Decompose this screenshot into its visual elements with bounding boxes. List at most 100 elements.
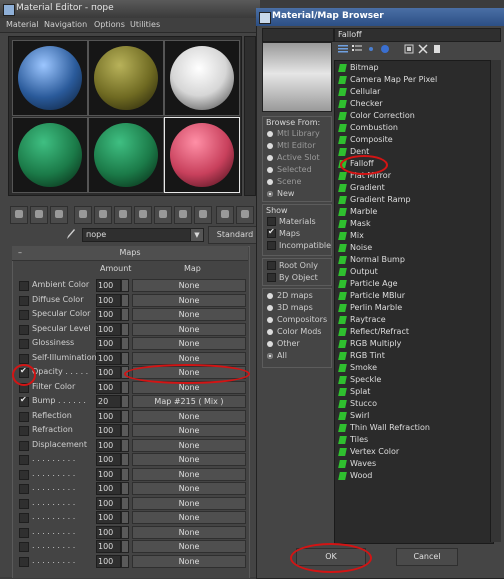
map-slot-button[interactable]: None — [132, 409, 246, 423]
map-slot-button[interactable]: None — [132, 482, 246, 495]
browser-titlebar[interactable]: Material/Map Browser — [256, 8, 504, 26]
map-list-item[interactable]: Tiles — [338, 435, 368, 447]
map-list-scrollbar[interactable] — [490, 60, 501, 542]
map-enable-checkbox[interactable] — [19, 426, 29, 436]
material-type-button[interactable]: Standard — [208, 226, 262, 244]
checkbox-incompatible[interactable]: Incompatible — [267, 241, 331, 250]
sample-slot-6[interactable] — [164, 117, 240, 193]
map-list-item[interactable]: Composite — [338, 135, 393, 147]
map-enable-checkbox[interactable] — [19, 339, 29, 349]
background-button[interactable] — [194, 206, 212, 224]
map-list-item[interactable]: Marble — [338, 207, 377, 219]
map-slot-button[interactable]: None — [132, 540, 246, 553]
map-list-item[interactable]: Smoke — [338, 363, 377, 375]
amount-spinner[interactable] — [121, 467, 129, 481]
map-slot-button[interactable]: None — [132, 351, 246, 365]
put-to-scene-button[interactable] — [30, 206, 48, 224]
show-map-button[interactable] — [154, 206, 172, 224]
map-enable-checkbox[interactable] — [19, 498, 29, 509]
maps-rollout-header[interactable]: – Maps — [12, 246, 248, 261]
sample-slot-5[interactable] — [88, 117, 164, 193]
amount-spinner[interactable] — [121, 351, 129, 365]
browser-filter-input[interactable]: Falloff — [334, 28, 501, 42]
map-amount-field[interactable]: 100 — [96, 293, 121, 307]
map-enable-checkbox[interactable] — [19, 484, 29, 494]
map-list-item[interactable]: Reflect/Refract — [338, 327, 409, 339]
map-slot-button[interactable]: None — [132, 279, 246, 292]
map-amount-field[interactable]: 100 — [96, 308, 121, 321]
radio-scene[interactable]: Scene — [267, 177, 301, 186]
map-enable-checkbox[interactable] — [19, 395, 29, 407]
delete-from-library-icon[interactable] — [418, 44, 428, 54]
map-amount-field[interactable]: 100 — [96, 380, 121, 394]
eyedropper-icon[interactable] — [66, 228, 76, 240]
map-list-item[interactable]: Color Correction — [338, 111, 415, 123]
material-name-input[interactable]: поре — [82, 228, 191, 242]
map-slot-button[interactable]: None — [132, 496, 246, 510]
radio-all[interactable]: All — [267, 351, 287, 360]
map-list-item[interactable]: Output — [338, 267, 378, 279]
map-list-item[interactable]: Wood — [338, 471, 372, 483]
amount-spinner[interactable] — [121, 453, 129, 466]
make-unique-button[interactable] — [94, 206, 112, 224]
map-enable-checkbox[interactable] — [19, 353, 29, 364]
amount-spinner[interactable] — [121, 482, 129, 495]
material-editor-titlebar[interactable]: Material Editor - поре — [0, 0, 260, 18]
map-amount-field[interactable]: 100 — [96, 511, 121, 524]
map-list-item[interactable]: Splat — [338, 387, 370, 399]
map-list-item[interactable]: Bitmap — [338, 63, 379, 75]
map-amount-field[interactable]: 100 — [96, 279, 121, 292]
map-enable-checkbox[interactable] — [19, 295, 29, 306]
map-enable-checkbox[interactable] — [19, 542, 29, 552]
amount-spinner[interactable] — [121, 438, 129, 452]
get-material-button[interactable] — [10, 206, 28, 224]
put-to-library-button[interactable] — [114, 206, 132, 224]
checkbox-root-only[interactable]: Root Only — [267, 261, 318, 270]
radio-new[interactable]: New — [267, 189, 294, 198]
map-list-item[interactable]: Particle Age — [338, 279, 398, 291]
amount-spinner[interactable] — [121, 293, 129, 307]
browser-left-search[interactable] — [262, 28, 334, 42]
map-slot-button[interactable]: None — [132, 337, 246, 350]
map-list-item[interactable]: Waves — [338, 459, 376, 471]
material-id-button[interactable] — [134, 206, 152, 224]
map-list-item[interactable]: Stucco — [338, 399, 377, 411]
map-amount-field[interactable]: 100 — [96, 424, 121, 437]
map-amount-field[interactable]: 20 — [96, 395, 121, 408]
map-slot-button[interactable]: None — [132, 438, 246, 452]
radio-compositors[interactable]: Compositors — [267, 315, 327, 324]
map-enable-checkbox[interactable] — [19, 411, 29, 422]
map-list-item[interactable]: Speckle — [338, 375, 381, 387]
radio-mtl-editor[interactable]: Mtl Editor — [267, 141, 315, 150]
go-to-parent-button[interactable] — [216, 206, 234, 224]
map-amount-field[interactable]: 100 — [96, 525, 121, 539]
map-list-item[interactable]: Gradient Ramp — [338, 195, 411, 207]
map-list-item[interactable]: Raytrace — [338, 315, 386, 327]
map-enable-checkbox[interactable] — [19, 556, 29, 567]
slots-scrollbar[interactable] — [244, 36, 256, 196]
sample-slot-1[interactable] — [12, 40, 88, 116]
map-amount-field[interactable]: 100 — [96, 482, 121, 495]
map-list-item[interactable]: Mask — [338, 219, 371, 231]
map-amount-field[interactable]: 100 — [96, 496, 121, 510]
radio-active-slot[interactable]: Active Slot — [267, 153, 320, 162]
checkbox-by-object[interactable]: By Object — [267, 273, 318, 282]
map-amount-field[interactable]: 100 — [96, 540, 121, 553]
checkbox-materials[interactable]: Materials — [267, 217, 316, 226]
map-list-item[interactable]: Gradient — [338, 183, 385, 195]
map-amount-field[interactable]: 100 — [96, 322, 121, 336]
map-slot-button[interactable]: None — [132, 453, 246, 466]
map-amount-field[interactable]: 100 — [96, 351, 121, 365]
map-list-item[interactable]: Camera Map Per Pixel — [338, 75, 437, 87]
map-list-item[interactable]: Noise — [338, 243, 372, 255]
go-forward-button[interactable] — [236, 206, 254, 224]
update-scene-icon[interactable] — [404, 44, 414, 54]
amount-spinner[interactable] — [121, 525, 129, 539]
map-list-item[interactable]: RGB Tint — [338, 351, 385, 363]
map-amount-field[interactable]: 100 — [96, 453, 121, 466]
map-list-item[interactable]: Checker — [338, 99, 383, 111]
reset-map-button[interactable] — [74, 206, 92, 224]
map-enable-checkbox[interactable] — [19, 469, 29, 480]
map-list-item[interactable]: Cellular — [338, 87, 380, 99]
amount-spinner[interactable] — [121, 540, 129, 553]
